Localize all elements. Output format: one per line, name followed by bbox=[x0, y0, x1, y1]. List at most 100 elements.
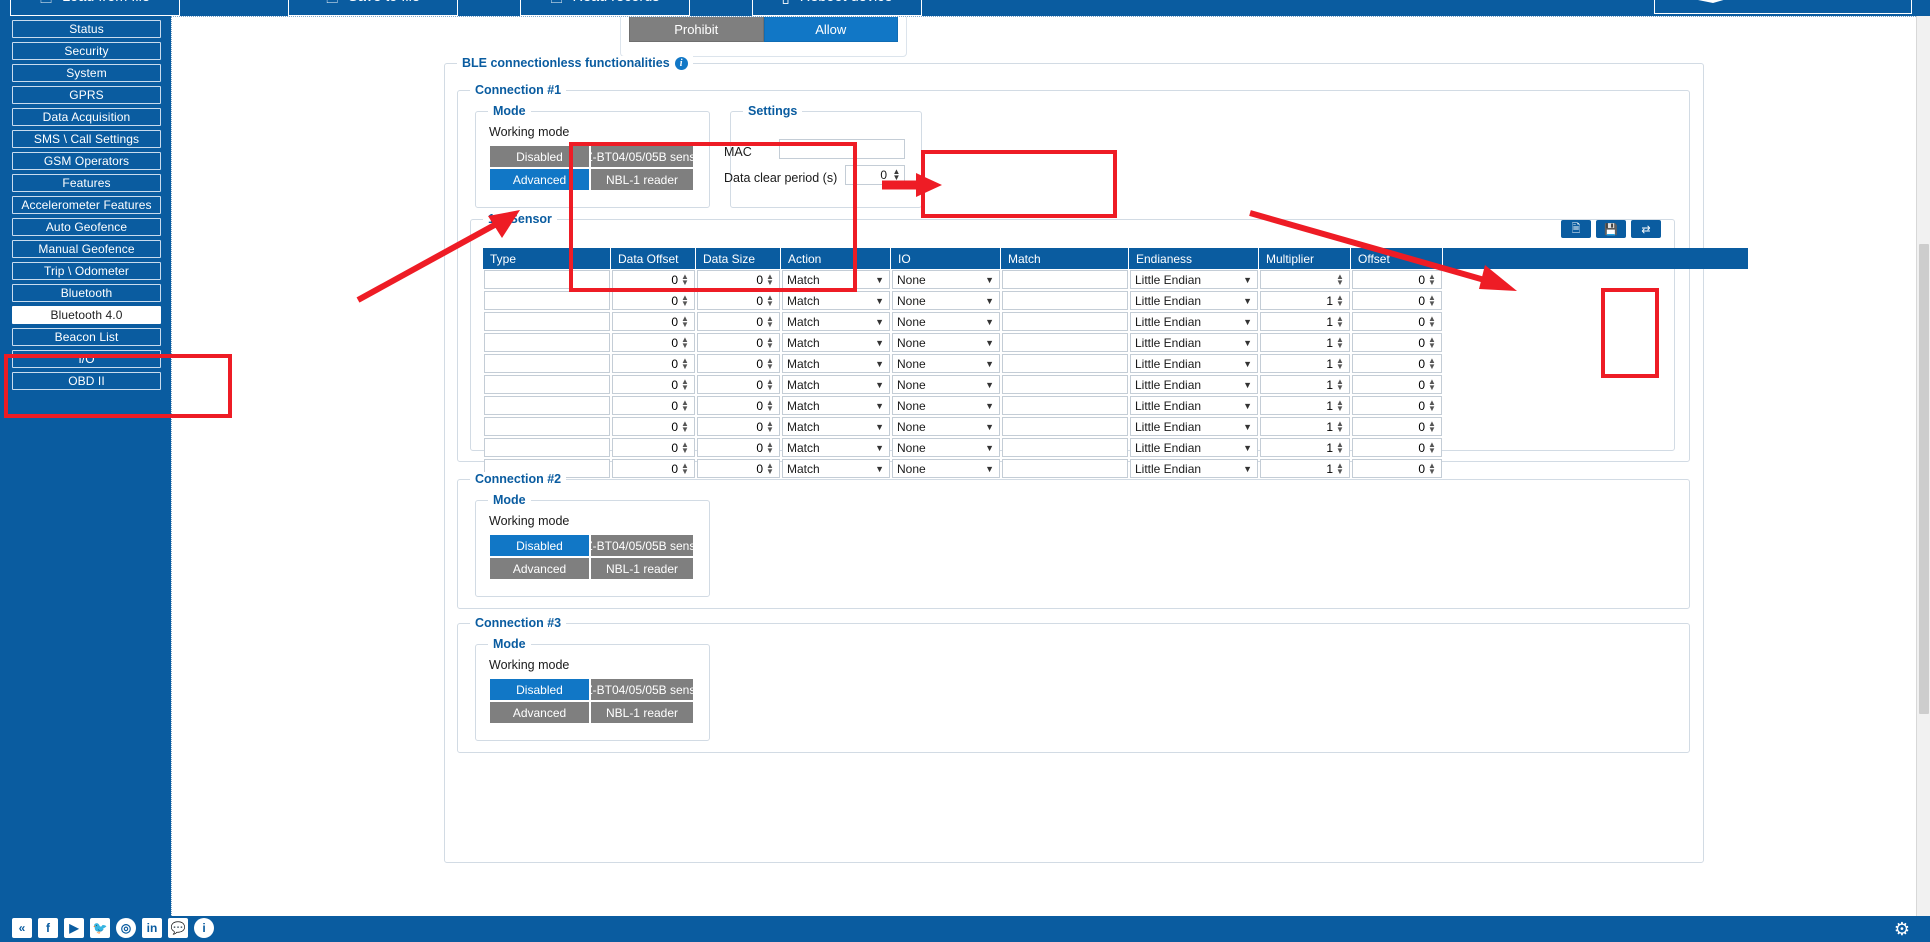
chevron-down-icon[interactable]: ▼ bbox=[1243, 275, 1252, 285]
stepper-arrows-icon[interactable]: ▲ ▼ bbox=[1428, 461, 1441, 475]
action-select[interactable]: Match ▼ bbox=[782, 375, 890, 394]
data-size-stepper[interactable]: 0 ▲ ▼ bbox=[697, 375, 780, 394]
stepper-arrows-icon[interactable]: ▲ ▼ bbox=[681, 314, 694, 328]
io-select[interactable]: None ▼ bbox=[892, 375, 1000, 394]
data-offset-stepper[interactable]: 0 ▲ ▼ bbox=[612, 312, 695, 331]
chat-icon[interactable]: 💬 bbox=[168, 918, 188, 938]
match-input[interactable] bbox=[1002, 438, 1128, 457]
match-input[interactable] bbox=[1002, 375, 1128, 394]
chevron-down-icon[interactable]: ▼ bbox=[1243, 422, 1252, 432]
stepper-arrows-icon[interactable]: ▲ ▼ bbox=[1428, 398, 1441, 412]
action-select[interactable]: Match ▼ bbox=[782, 333, 890, 352]
multiplier-stepper[interactable]: 1 ▲ ▼ bbox=[1260, 312, 1350, 331]
chevron-down-icon[interactable]: ▼ bbox=[875, 296, 884, 306]
sidebar-item-manual-geofence[interactable]: Manual Geofence bbox=[12, 240, 161, 258]
chevron-down-icon[interactable]: ▼ bbox=[875, 317, 884, 327]
multiplier-stepper[interactable]: 1 ▲ ▼ bbox=[1260, 375, 1350, 394]
chevron-down-icon[interactable]: ▼ bbox=[875, 422, 884, 432]
io-select[interactable]: None ▼ bbox=[892, 459, 1000, 478]
toolbar-button-reboot-device[interactable]: ▯ Reboot device bbox=[752, 0, 922, 16]
chevron-down-icon[interactable]: ▼ bbox=[985, 275, 994, 285]
stepper-arrows-icon[interactable]: ▲ ▼ bbox=[1336, 419, 1349, 433]
type-input[interactable] bbox=[484, 417, 610, 436]
sidebar-item-beacon-list[interactable]: Beacon List bbox=[12, 328, 161, 346]
match-input[interactable] bbox=[1002, 354, 1128, 373]
stepper-arrows-icon[interactable]: ▲ ▼ bbox=[766, 293, 779, 307]
multiplier-stepper[interactable]: 1 ▲ ▼ bbox=[1260, 291, 1350, 310]
data-offset-stepper[interactable]: 0 ▲ ▼ bbox=[612, 333, 695, 352]
chevron-down-icon[interactable]: ▼ bbox=[985, 317, 994, 327]
twitter-icon[interactable]: 🐦 bbox=[90, 918, 110, 938]
chevron-down-icon[interactable]: ▼ bbox=[985, 380, 994, 390]
mode-option-advanced[interactable]: Advanced bbox=[489, 168, 590, 191]
mode-option-tz-bt-sensor[interactable]: TZ-BT04/05/05B sensor bbox=[590, 678, 694, 701]
data-offset-stepper[interactable]: 0 ▲ ▼ bbox=[612, 417, 695, 436]
mode-option-nbl1-reader[interactable]: NBL-1 reader bbox=[590, 557, 694, 580]
stepper-arrows-icon[interactable]: ▲ ▼ bbox=[1336, 293, 1349, 307]
chevron-down-icon[interactable]: ▼ bbox=[985, 422, 994, 432]
match-input[interactable] bbox=[1002, 270, 1128, 289]
stepper-arrows-icon[interactable]: ▲ ▼ bbox=[681, 293, 694, 307]
data-size-stepper[interactable]: 0 ▲ ▼ bbox=[697, 396, 780, 415]
data-size-stepper[interactable]: 0 ▲ ▼ bbox=[697, 312, 780, 331]
endianess-select[interactable]: Little Endian ▼ bbox=[1130, 417, 1258, 436]
linkedin-icon[interactable]: in bbox=[142, 918, 162, 938]
data-offset-stepper[interactable]: 0 ▲ ▼ bbox=[612, 291, 695, 310]
stepper-arrows-icon[interactable]: ▲ ▼ bbox=[1336, 356, 1349, 370]
type-input[interactable] bbox=[484, 354, 610, 373]
prohibit-option[interactable]: Prohibit bbox=[629, 17, 764, 42]
chevron-down-icon[interactable]: ▼ bbox=[875, 380, 884, 390]
stepper-arrows-icon[interactable]: ▲ ▼ bbox=[1336, 440, 1349, 454]
type-input[interactable] bbox=[484, 291, 610, 310]
multiplier-stepper[interactable]: 1 ▲ ▼ bbox=[1260, 396, 1350, 415]
sidebar-item-obd-ii[interactable]: OBD II bbox=[12, 372, 161, 390]
info-icon[interactable]: i bbox=[674, 56, 688, 70]
offset-stepper[interactable]: 0 ▲ ▼ bbox=[1352, 312, 1442, 331]
stepper-arrows-icon[interactable]: ▲ ▼ bbox=[766, 398, 779, 412]
chevron-down-icon[interactable]: ▼ bbox=[1243, 443, 1252, 453]
save-config-icon[interactable]: 💾 bbox=[1596, 220, 1626, 238]
io-select[interactable]: None ▼ bbox=[892, 312, 1000, 331]
stepper-arrows-icon[interactable]: ▲ ▼ bbox=[1336, 314, 1349, 328]
action-select[interactable]: Match ▼ bbox=[782, 291, 890, 310]
io-select[interactable]: None ▼ bbox=[892, 354, 1000, 373]
mode-option-disabled[interactable]: Disabled bbox=[489, 534, 590, 557]
offset-stepper[interactable]: 0 ▲ ▼ bbox=[1352, 333, 1442, 352]
info-icon[interactable]: i bbox=[194, 918, 214, 938]
data-size-stepper[interactable]: 0 ▲ ▼ bbox=[697, 354, 780, 373]
chevron-down-icon[interactable]: ▼ bbox=[875, 338, 884, 348]
multiplier-stepper[interactable]: 1 ▲ ▼ bbox=[1260, 459, 1350, 478]
chevron-down-icon[interactable]: ▼ bbox=[1243, 296, 1252, 306]
io-select[interactable]: None ▼ bbox=[892, 270, 1000, 289]
stepper-arrows-icon[interactable]: ▲ ▼ bbox=[1428, 440, 1441, 454]
reset-config-icon[interactable]: ⇄ bbox=[1631, 220, 1661, 238]
toolbar-button-read-records[interactable]: 🗎 Read records bbox=[520, 0, 690, 16]
data-offset-stepper[interactable]: 0 ▲ ▼ bbox=[612, 459, 695, 478]
io-select[interactable]: None ▼ bbox=[892, 291, 1000, 310]
chevron-down-icon[interactable]: ▼ bbox=[875, 401, 884, 411]
offset-stepper[interactable]: 0 ▲ ▼ bbox=[1352, 375, 1442, 394]
data-size-stepper[interactable]: 0 ▲ ▼ bbox=[697, 270, 780, 289]
sidebar-item-bluetooth-40[interactable]: Bluetooth 4.0 bbox=[12, 306, 161, 324]
chevron-down-icon[interactable]: ▼ bbox=[1243, 317, 1252, 327]
stepper-arrows-icon[interactable]: ▲ ▼ bbox=[1428, 272, 1441, 286]
sidebar-item-status[interactable]: Status bbox=[12, 20, 161, 38]
stepper-arrows-icon[interactable]: ▲ ▼ bbox=[1336, 461, 1349, 475]
type-input[interactable] bbox=[484, 312, 610, 331]
match-input[interactable] bbox=[1002, 291, 1128, 310]
sidebar-item-data-acquisition[interactable]: Data Acquisition bbox=[12, 108, 161, 126]
stepper-arrows-icon[interactable]: ▲ ▼ bbox=[681, 335, 694, 349]
data-offset-stepper[interactable]: 0 ▲ ▼ bbox=[612, 270, 695, 289]
stepper-arrows-icon[interactable]: ▲ ▼ bbox=[766, 314, 779, 328]
stepper-arrows-icon[interactable]: ▲ ▼ bbox=[681, 461, 694, 475]
mode-option-advanced[interactable]: Advanced bbox=[489, 557, 590, 580]
data-size-stepper[interactable]: 0 ▲ ▼ bbox=[697, 459, 780, 478]
data-offset-stepper[interactable]: 0 ▲ ▼ bbox=[612, 375, 695, 394]
stepper-arrows-icon[interactable]: ▲ ▼ bbox=[1428, 293, 1441, 307]
chevron-down-icon[interactable]: ▼ bbox=[875, 443, 884, 453]
stepper-arrows-icon[interactable]: ▲ ▼ bbox=[766, 272, 779, 286]
offset-stepper[interactable]: 0 ▲ ▼ bbox=[1352, 459, 1442, 478]
endianess-select[interactable]: Little Endian ▼ bbox=[1130, 438, 1258, 457]
stepper-arrows-icon[interactable]: ▲ ▼ bbox=[681, 440, 694, 454]
endianess-select[interactable]: Little Endian ▼ bbox=[1130, 333, 1258, 352]
